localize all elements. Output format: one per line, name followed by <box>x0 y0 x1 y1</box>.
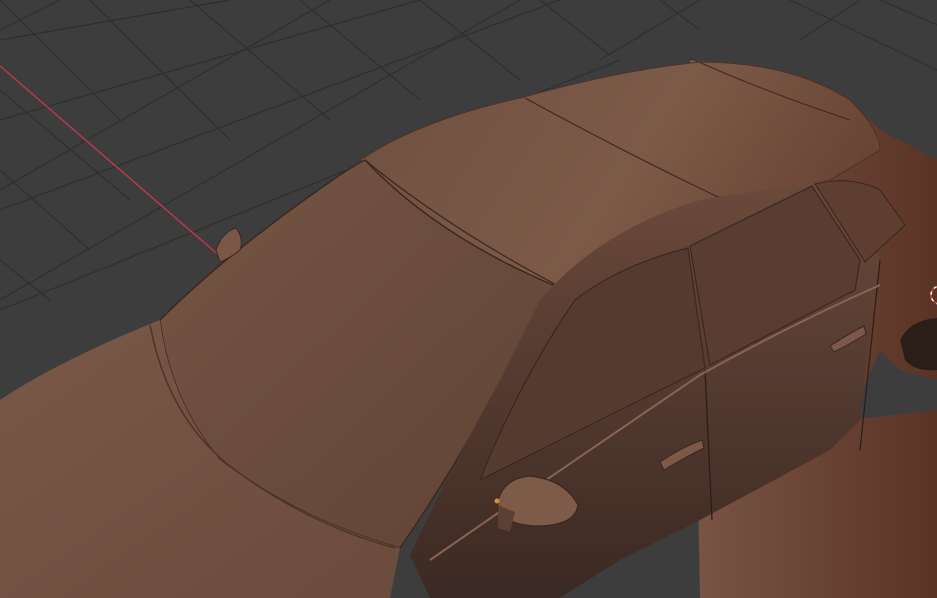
viewport-canvas[interactable] <box>0 0 937 598</box>
object-origin-icon[interactable] <box>494 498 500 504</box>
3d-viewport[interactable] <box>0 0 937 598</box>
x-axis-line <box>0 65 223 259</box>
